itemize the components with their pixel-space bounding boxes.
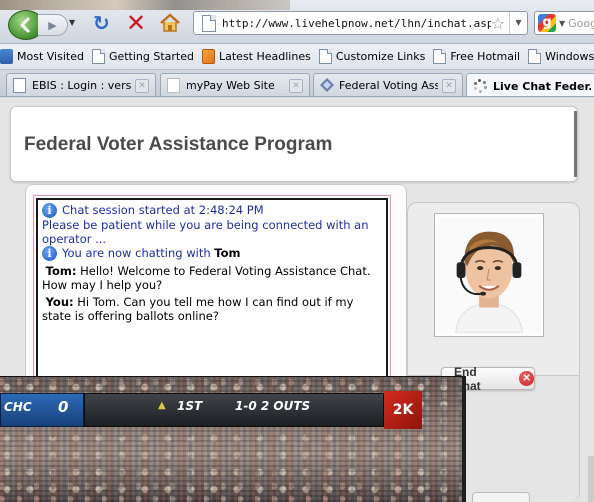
page-title: Federal Voter Assistance Program xyxy=(24,134,333,155)
close-tab-icon[interactable]: ✕ xyxy=(442,78,456,93)
game-status: ▲ 1ST 1-0 2 OUTS xyxy=(84,393,384,427)
bookmark-label: Latest Headlines xyxy=(219,50,311,63)
message-text: Hi Tom. Can you tell me how I can find o… xyxy=(42,295,354,323)
google-icon[interactable]: g xyxy=(538,14,556,32)
close-x-icon: ✕ xyxy=(519,371,534,386)
navigation-toolbar: ▶ ▼ ↻ ✕ http://www.livehelpnow.net/lhn/i… xyxy=(0,0,594,44)
close-tab-icon[interactable]: ✕ xyxy=(135,78,149,93)
search-engine-dropdown-icon[interactable]: ▼ xyxy=(559,19,565,28)
bookmark-label: Most Visited xyxy=(17,50,84,63)
bookmark-label: Windows Marketpl xyxy=(545,50,594,63)
url-dropdown-icon[interactable]: ▼ xyxy=(509,12,527,34)
scoreboard: CHC 0 ▲ 1ST 1-0 2 OUTS 2K xyxy=(0,391,462,429)
loading-spinner-icon xyxy=(473,79,487,93)
tab-label: myPay Web Site xyxy=(186,79,275,92)
inning-text: 1ST xyxy=(177,399,203,413)
team-runs: 0 xyxy=(58,398,69,416)
chat-message-operator: Tom: Hello! Welcome to Federal Voting As… xyxy=(42,264,382,292)
bookmark-most-visited[interactable]: Most Visited xyxy=(0,49,84,64)
page-icon xyxy=(13,78,26,93)
forward-button[interactable]: ▶ xyxy=(38,14,68,36)
video-player-overlay[interactable]: CHC 0 ▲ 1ST 1-0 2 OUTS 2K xyxy=(0,376,462,502)
tab-bar: EBIS : Login : versi... ✕ myPay Web Site… xyxy=(0,70,594,97)
bookmark-latest-headlines[interactable]: Latest Headlines xyxy=(202,49,311,64)
tab-label: EBIS : Login : versi... xyxy=(32,79,131,92)
forward-arrow-icon: ▶ xyxy=(48,18,57,32)
bookmark-label: Customize Links xyxy=(335,50,426,63)
system-message: Please be patient while you are being co… xyxy=(42,218,369,246)
tab-mypay[interactable]: myPay Web Site ✕ xyxy=(160,73,310,96)
scrollbar-edge[interactable] xyxy=(588,456,594,502)
page-icon xyxy=(318,49,332,64)
fvap-icon xyxy=(320,78,334,93)
operator-name: Tom xyxy=(214,246,241,260)
operator-panel xyxy=(407,202,580,376)
message-sender: Tom: xyxy=(45,264,77,278)
history-dropdown-icon[interactable]: ▼ xyxy=(69,18,79,30)
message-text: Hello! Welcome to Federal Voting Assista… xyxy=(42,264,371,292)
system-message: i Chat session started at 2:48:24 PM xyxy=(42,203,382,218)
bookmark-customize-links[interactable]: Customize Links xyxy=(318,49,426,64)
operator-photo xyxy=(434,213,544,337)
team-abbrev: CHC xyxy=(4,400,32,414)
broadcast-logo: 2K xyxy=(384,391,422,429)
session-started-text: Chat session started at 2:48:24 PM xyxy=(62,203,264,217)
bookmarks-toolbar: Most Visited Getting Started Latest Head… xyxy=(0,44,594,70)
bookmark-free-hotmail[interactable]: Free Hotmail xyxy=(433,49,520,64)
bookmark-label: Getting Started xyxy=(108,50,194,63)
bookmarks-star-icon xyxy=(0,49,13,64)
info-icon: i xyxy=(42,246,57,261)
page-icon xyxy=(433,49,447,64)
team-score: CHC 0 xyxy=(0,393,84,427)
video-border xyxy=(462,376,466,502)
tab-label: Federal Voting Assi... xyxy=(339,79,438,92)
rss-icon xyxy=(202,49,215,64)
page-icon xyxy=(528,49,542,64)
tab-label: Live Chat Feder... xyxy=(493,79,591,93)
page-icon xyxy=(202,14,216,32)
search-placeholder[interactable]: Goog xyxy=(568,17,594,30)
count-text: 1-0 2 OUTS xyxy=(235,399,311,413)
chat-message-user: You: Hi Tom. Can you tell me how I can f… xyxy=(42,295,382,323)
back-arrow-icon xyxy=(20,17,30,33)
bookmark-star-icon[interactable]: ☆ xyxy=(491,14,505,33)
home-icon[interactable] xyxy=(158,11,182,35)
info-icon: i xyxy=(42,203,57,218)
page-header: Federal Voter Assistance Program xyxy=(10,106,578,182)
system-message: i You are now chatting with Tom xyxy=(42,246,382,261)
close-tab-icon[interactable]: ✕ xyxy=(289,78,303,93)
url-text[interactable]: http://www.livehelpnow.net/lhn/inchat.as… xyxy=(222,17,491,30)
tab-ebis-login[interactable]: EBIS : Login : versi... ✕ xyxy=(6,73,156,96)
inning-arrow-icon: ▲ xyxy=(158,400,166,411)
tab-live-chat[interactable]: Live Chat Feder... xyxy=(466,73,594,96)
now-chatting-text: You are now chatting with xyxy=(62,246,211,260)
page-icon xyxy=(91,49,105,64)
bookmark-label: Free Hotmail xyxy=(450,50,521,63)
bookmark-windows-marketplace[interactable]: Windows Marketpl xyxy=(528,49,594,64)
blank-page-icon xyxy=(167,78,180,93)
header-edge xyxy=(574,111,577,177)
partial-button[interactable] xyxy=(472,492,530,502)
message-sender: You: xyxy=(45,295,74,309)
address-bar[interactable]: http://www.livehelpnow.net/lhn/inchat.as… xyxy=(193,11,528,35)
bookmark-getting-started[interactable]: Getting Started xyxy=(91,49,194,64)
tab-federal-voting[interactable]: Federal Voting Assi... ✕ xyxy=(313,73,463,96)
search-box[interactable]: g ▼ Goog xyxy=(534,11,594,35)
stop-icon[interactable]: ✕ xyxy=(126,11,148,35)
reload-icon[interactable]: ↻ xyxy=(93,13,113,33)
